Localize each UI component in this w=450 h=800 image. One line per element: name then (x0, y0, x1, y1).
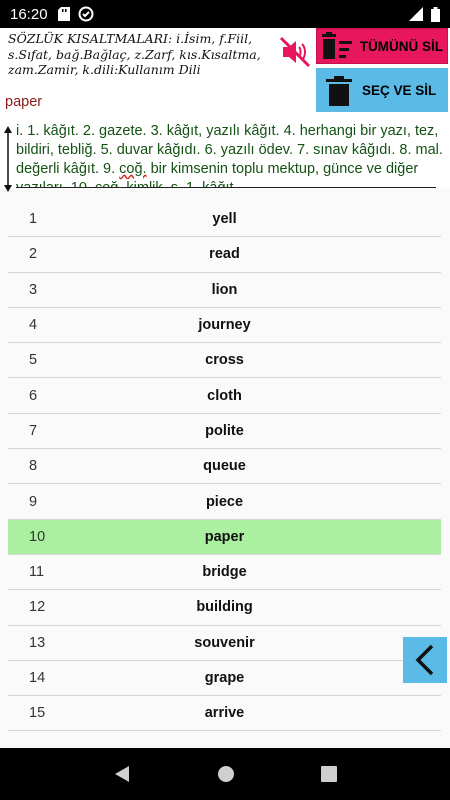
word-list[interactable]: 1 yell 2 read 3 lion 4 journey 5 cross 6 cloth 7 poli… (8, 202, 441, 732)
list-item-word: grape (204, 670, 245, 686)
list-item-number: 2 (29, 246, 38, 263)
nav-home-icon[interactable] (217, 765, 235, 783)
list-item-word: cross (205, 352, 244, 369)
list-item[interactable]: 4 journey (8, 308, 441, 344)
mute-button[interactable] (277, 34, 313, 70)
list-item-number: 1 (29, 211, 38, 228)
meaning-panel[interactable]: i. 1. kâğıt. 2. gazete. 3. kâğıt, yazılı… (0, 122, 450, 192)
list-item-number: 5 (29, 352, 38, 369)
list-item[interactable]: 12 building (8, 590, 441, 626)
meaning-divider (16, 187, 436, 188)
list-item-number: 8 (29, 458, 38, 475)
list-item-number: 6 (29, 387, 38, 404)
meaning-abbrev-coq: coğ. (119, 161, 147, 177)
list-item[interactable]: 2 read (8, 237, 441, 273)
list-item[interactable]: 14 grape (8, 661, 441, 697)
nav-back-icon[interactable] (113, 765, 131, 783)
battery-icon (431, 6, 440, 22)
list-item[interactable]: 1 yell (8, 202, 441, 238)
chevron-left-icon (415, 644, 434, 676)
list-item[interactable]: 3 lion (8, 273, 441, 308)
list-item-number: 10 (29, 528, 46, 545)
list-item-word: paper (204, 528, 245, 545)
list-item-word: lion (211, 281, 238, 298)
delete-sweep-icon (322, 32, 352, 59)
list-item-number: 13 (29, 634, 46, 651)
list-item-number: 12 (29, 599, 46, 616)
volume-off-icon (279, 36, 311, 68)
list-item-number: 3 (29, 281, 38, 298)
header-panel: SÖZLÜK KISALTMALARI: i.İsim, f.Fiil, s.S… (0, 28, 450, 192)
delete-all-button[interactable]: TÜMÜNÜ SİL (316, 28, 448, 64)
selected-word-title: paper (5, 94, 43, 110)
list-item[interactable]: 10 paper (8, 519, 441, 555)
list-item-word: souvenir (194, 634, 255, 651)
navigation-bar (0, 748, 450, 800)
list-item-word: cloth (207, 387, 242, 404)
list-item-word: journey (198, 317, 251, 334)
list-item[interactable]: 6 cloth (8, 378, 441, 414)
list-item-word: read (209, 246, 240, 263)
status-time: 16:20 (10, 5, 48, 23)
list-item[interactable]: 13 souvenir (8, 626, 441, 661)
scroll-arrows-icon (4, 126, 12, 192)
list-item-word: building (196, 599, 253, 616)
status-bar: 16:20 (0, 0, 450, 28)
signal-icon (409, 7, 423, 21)
list-item[interactable]: 9 piece (8, 484, 441, 520)
abbreviations-legend: SÖZLÜK KISALTMALARI: i.İsim, f.Fiil, s.S… (8, 31, 261, 77)
sd-card-icon (57, 7, 70, 21)
list-item-word: arrive (204, 705, 245, 722)
list-item-word: yell (212, 211, 237, 228)
trash-icon (326, 76, 352, 106)
list-item-word: piece (205, 493, 244, 510)
list-item-number: 11 (29, 564, 45, 581)
list-item-number: 15 (29, 705, 46, 722)
select-delete-label: SEÇ VE SİL (362, 82, 437, 98)
list-item[interactable]: 8 queue (8, 449, 441, 485)
list-item-word: bridge (202, 564, 247, 581)
list-item-number: 9 (29, 493, 38, 510)
back-button[interactable] (403, 637, 447, 683)
meaning-text: i. 1. kâğıt. 2. gazete. 3. kâğıt, yazılı… (16, 122, 444, 188)
nav-recents-icon[interactable] (321, 766, 337, 782)
list-item[interactable]: 11 bridge (8, 555, 441, 591)
list-item-number: 14 (29, 670, 46, 686)
list-item[interactable]: 5 cross (8, 343, 441, 379)
list-item-word: polite (205, 422, 244, 439)
list-item[interactable]: 7 polite (8, 414, 441, 450)
list-item-number: 7 (29, 422, 38, 439)
select-and-delete-button[interactable]: SEÇ VE SİL (316, 68, 448, 112)
delete-all-label: TÜMÜNÜ SİL (359, 38, 443, 54)
list-item-word: queue (203, 458, 246, 475)
list-item[interactable]: 15 arrive (8, 696, 441, 732)
list-item-number: 4 (29, 317, 38, 334)
data-saver-icon (78, 6, 94, 22)
